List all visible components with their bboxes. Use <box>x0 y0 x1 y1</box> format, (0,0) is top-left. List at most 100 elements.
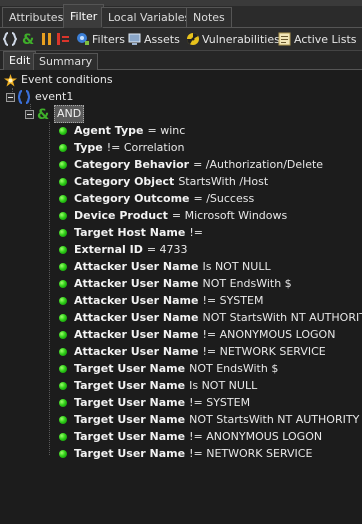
condition-field: Agent Type <box>74 124 144 137</box>
condition-row[interactable]: Attacker User Name != SYSTEM <box>59 293 263 309</box>
ampersand-icon: & <box>22 32 34 46</box>
condition-field: Attacker User Name <box>74 277 199 290</box>
condition-expression: != NETWORK SERVICE <box>189 447 313 460</box>
condition-row[interactable]: Attacker User Name != ANONYMOUS LOGON <box>59 327 335 343</box>
condition-expression: != SYSTEM <box>189 396 251 409</box>
condition-row[interactable]: Category Object StartsWith /Host <box>59 174 268 190</box>
condition-bullet-icon <box>59 178 67 186</box>
condition-row[interactable]: Attacker User Name Is NOT NULL <box>59 259 271 275</box>
condition-bullet-icon <box>59 195 67 203</box>
condition-field: Attacker User Name <box>74 311 199 324</box>
active-lists-button[interactable]: Active Lists <box>278 31 356 47</box>
brace-icon <box>3 32 17 46</box>
top-tab-bar: Attributes Filter Local Variables Notes <box>0 0 362 28</box>
tab-filter[interactable]: Filter <box>63 4 105 28</box>
condition-row[interactable]: Category Outcome = /Success <box>59 191 254 207</box>
condition-field: Target User Name <box>74 430 186 443</box>
vulnerabilities-icon <box>187 33 199 45</box>
assets-icon <box>128 33 141 45</box>
vulnerabilities-button[interactable]: Vulnerabilities <box>186 31 280 47</box>
condition-field: Type <box>74 141 103 154</box>
condition-row[interactable]: Attacker User Name NOT StartsWith NT AUTH… <box>59 310 362 326</box>
event1-node[interactable]: event1 <box>6 89 73 105</box>
condition-row[interactable]: Type != Correlation <box>59 140 184 156</box>
condition-expression: = /Success <box>193 192 255 205</box>
event-conditions-node[interactable]: Event conditions <box>4 72 113 88</box>
condition-row[interactable]: Attacker User Name != NETWORK SERVICE <box>59 344 326 360</box>
condition-bullet-icon <box>59 127 67 135</box>
condition-row[interactable]: Target User Name NOT StartsWith NT AUTHOR… <box>59 412 359 428</box>
tab-edit[interactable]: Edit <box>3 51 37 70</box>
condition-row[interactable]: Target User Name != ANONYMOUS LOGON <box>59 429 322 445</box>
collapse-toggle[interactable] <box>25 109 34 119</box>
condition-bullet-icon <box>59 144 67 152</box>
condition-expression: StartsWith /Host <box>178 175 269 188</box>
filters-icon <box>77 33 89 45</box>
vulnerabilities-label: Vulnerabilities <box>202 32 280 46</box>
inner-tab-bar: Edit Summary <box>0 51 362 70</box>
condition-bullet-icon <box>59 382 67 390</box>
condition-expression: = /Authorization/Delete <box>193 158 324 171</box>
tree-guide <box>49 122 50 455</box>
condition-field: Category Object <box>74 175 175 188</box>
condition-row[interactable]: Agent Type = winc <box>59 123 185 139</box>
condition-bullet-icon <box>59 280 67 288</box>
condition-expression: = Microsoft Windows <box>171 209 288 222</box>
condition-field: Target User Name <box>74 413 186 426</box>
condition-expression: NOT EndsWith $ <box>202 277 292 290</box>
condition-row[interactable]: Target User Name NOT EndsWith $ <box>59 361 278 377</box>
tab-local-variables[interactable]: Local Variables <box>101 7 198 27</box>
condition-field: Target User Name <box>74 362 186 375</box>
active-lists-icon <box>278 32 291 46</box>
condition-bullet-icon <box>59 229 67 237</box>
condition-field: Target User Name <box>74 396 186 409</box>
tab-summary[interactable]: Summary <box>33 53 99 70</box>
condition-row[interactable]: Device Product = Microsoft Windows <box>59 208 287 224</box>
condition-expression: Is NOT NULL <box>189 379 258 392</box>
collapse-toggle[interactable] <box>6 92 15 102</box>
add-or-button[interactable] <box>40 31 54 47</box>
condition-expression: Is NOT NULL <box>202 260 271 273</box>
condition-row[interactable]: Attacker User Name NOT EndsWith $ <box>59 276 292 292</box>
ampersand-icon: & <box>37 107 49 121</box>
active-lists-label: Active Lists <box>294 32 357 46</box>
and-node[interactable]: & AND <box>25 105 85 123</box>
tab-attributes[interactable]: Attributes <box>2 7 71 27</box>
condition-expression: != ANONYMOUS LOGON <box>189 430 323 443</box>
condition-row[interactable]: Target User Name Is NOT NULL <box>59 378 257 394</box>
brace-icon <box>18 90 30 104</box>
condition-tree: Event conditions event1 & AND Agent Type… <box>0 70 362 524</box>
condition-row[interactable]: Target Host Name != <box>59 225 203 241</box>
condition-bullet-icon <box>59 416 67 424</box>
condition-field: External ID <box>74 243 143 256</box>
add-not-button[interactable] <box>56 31 70 47</box>
assets-button[interactable]: Assets <box>128 31 180 47</box>
filters-button[interactable]: Filters <box>76 31 125 47</box>
svg-text:&: & <box>22 32 34 46</box>
condition-row[interactable]: External ID = 4733 <box>59 242 188 258</box>
condition-row[interactable]: Category Behavior = /Authorization/Delete <box>59 157 323 173</box>
condition-expression: = 4733 <box>146 243 188 256</box>
svg-text:&: & <box>37 107 49 121</box>
toolbar: & Filters Assets Vulnerabilities Active … <box>0 28 362 51</box>
condition-expression: != Correlation <box>106 141 185 154</box>
condition-bullet-icon <box>59 365 67 373</box>
add-event-button[interactable] <box>3 31 17 47</box>
tab-notes[interactable]: Notes <box>186 7 232 27</box>
condition-bullet-icon <box>59 314 67 322</box>
condition-expression: NOT EndsWith $ <box>189 362 279 375</box>
condition-row[interactable]: Target User Name != SYSTEM <box>59 395 250 411</box>
not-equal-icon <box>57 33 69 45</box>
condition-field: Attacker User Name <box>74 328 199 341</box>
condition-expression: != <box>189 226 203 239</box>
assets-label: Assets <box>144 32 180 46</box>
condition-bullet-icon <box>59 399 67 407</box>
condition-expression: = winc <box>147 124 186 137</box>
condition-expression: != NETWORK SERVICE <box>202 345 326 358</box>
condition-row[interactable]: Target User Name != NETWORK SERVICE <box>59 446 312 462</box>
event-conditions-icon <box>4 73 17 86</box>
add-and-button[interactable]: & <box>21 31 35 47</box>
condition-expression: NOT StartsWith NT AUTHORITY <box>202 311 362 324</box>
condition-expression: != ANONYMOUS LOGON <box>202 328 336 341</box>
condition-field: Category Outcome <box>74 192 190 205</box>
